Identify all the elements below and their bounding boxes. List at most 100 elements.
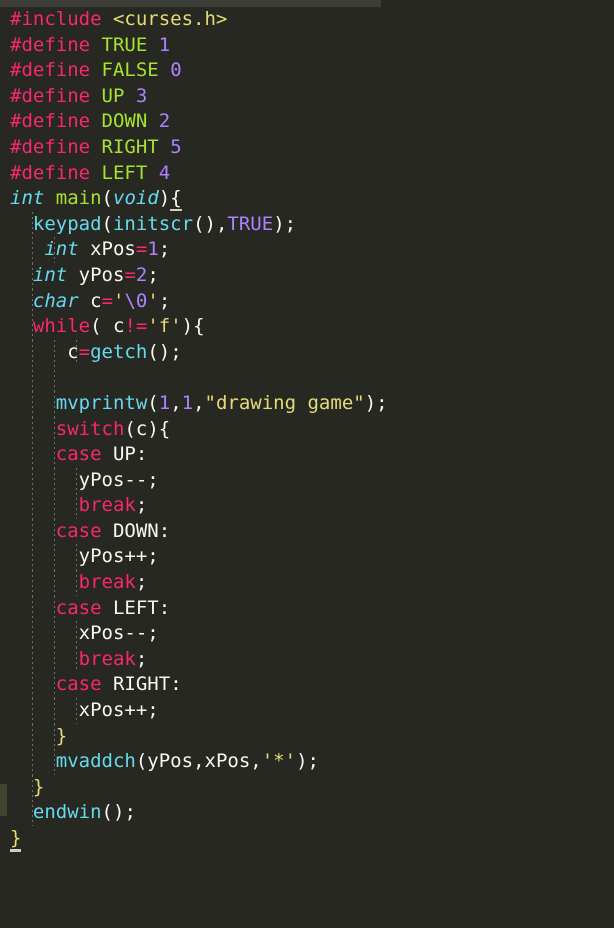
code-line[interactable]: yPos++; bbox=[0, 544, 614, 571]
code-token: ) bbox=[296, 750, 308, 773]
code-token: 5 bbox=[170, 135, 182, 158]
code-editor[interactable]: #include <curses.h> #define TRUE 1 #define… bbox=[0, 0, 614, 928]
code-line[interactable]: endwin(); bbox=[0, 800, 614, 826]
code-token: ' bbox=[113, 289, 125, 312]
indent-guide bbox=[76, 493, 77, 519]
code-line[interactable]: xPos--; bbox=[0, 621, 614, 647]
code-token: ( bbox=[135, 750, 148, 773]
code-token: { bbox=[170, 187, 182, 212]
code-line[interactable]: case LEFT: bbox=[0, 595, 614, 622]
code-line[interactable]: #define RIGHT 5 bbox=[0, 135, 614, 161]
code-token: ; bbox=[135, 494, 148, 517]
code-line[interactable]: case UP: bbox=[0, 442, 614, 468]
code-token: -- bbox=[124, 468, 148, 491]
code-token: xPos bbox=[204, 750, 251, 773]
code-line[interactable]: break; bbox=[0, 646, 614, 673]
code-line[interactable]: char c='\0'; bbox=[0, 288, 614, 315]
code-token: void bbox=[113, 187, 159, 210]
code-token: DOWN bbox=[112, 519, 159, 542]
indent-guide bbox=[54, 621, 55, 647]
code-token: , bbox=[215, 212, 228, 235]
code-token: ; bbox=[147, 545, 159, 568]
code-line[interactable]: int xPos=1; bbox=[0, 237, 614, 263]
indent-guide bbox=[32, 646, 33, 673]
code-token: } bbox=[10, 827, 22, 852]
code-token: while bbox=[32, 315, 91, 338]
code-line[interactable]: yPos--; bbox=[0, 467, 614, 494]
code-token: xPos bbox=[78, 699, 125, 722]
code-line[interactable]: break; bbox=[0, 493, 614, 519]
code-token: { bbox=[193, 315, 205, 338]
code-line[interactable]: #include <curses.h> bbox=[0, 7, 614, 33]
indent-guide bbox=[76, 570, 77, 596]
code-token: break bbox=[78, 647, 136, 670]
code-token: xPos bbox=[90, 238, 136, 261]
indent-guide bbox=[54, 365, 55, 391]
code-token: ( bbox=[147, 391, 159, 414]
code-line[interactable]: case RIGHT: bbox=[0, 672, 614, 699]
code-token: break bbox=[78, 494, 136, 517]
code-token: } bbox=[32, 775, 45, 798]
code-line[interactable]: xPos++; bbox=[0, 698, 614, 724]
indent-guide bbox=[76, 339, 77, 366]
indent-guide bbox=[32, 621, 33, 647]
code-line[interactable]: while( c!='f'){ bbox=[0, 314, 614, 340]
indent-guide bbox=[32, 262, 33, 289]
code-token: TRUE bbox=[227, 212, 274, 235]
code-line[interactable]: } bbox=[0, 723, 614, 750]
code-token: xPos bbox=[78, 622, 125, 645]
code-token: ; bbox=[147, 263, 159, 286]
code-line[interactable]: } bbox=[0, 774, 614, 801]
indent-guide bbox=[54, 749, 55, 775]
code-token: 1 bbox=[158, 33, 171, 56]
code-token: #define bbox=[10, 110, 91, 133]
code-line[interactable]: #define FALSE 0 bbox=[0, 58, 614, 84]
code-line[interactable]: #define UP 3 bbox=[0, 84, 614, 110]
code-token: c bbox=[90, 289, 102, 312]
code-line[interactable]: c=getch(); bbox=[0, 339, 614, 366]
code-line[interactable]: switch(c){ bbox=[0, 416, 614, 443]
code-line[interactable]: int main(void){ bbox=[0, 186, 614, 212]
code-line[interactable]: mvaddch(yPos,xPos,'*'); bbox=[0, 749, 614, 775]
code-token: : bbox=[135, 443, 148, 466]
indent-guide bbox=[54, 390, 55, 417]
indent-guide bbox=[54, 493, 55, 519]
code-token: ( bbox=[124, 417, 136, 440]
code-line[interactable]: case DOWN: bbox=[0, 518, 614, 545]
code-line[interactable]: #define DOWN 2 bbox=[0, 109, 614, 135]
indent-guide bbox=[54, 518, 55, 545]
code-line[interactable]: break; bbox=[0, 570, 614, 596]
code-token: ; bbox=[376, 391, 388, 414]
code-token: ; bbox=[307, 750, 319, 773]
code-token: #define bbox=[10, 161, 91, 184]
code-line[interactable] bbox=[0, 365, 614, 391]
code-token: ) bbox=[158, 187, 171, 210]
indent-guide bbox=[54, 723, 55, 750]
code-line[interactable]: } bbox=[0, 826, 614, 852]
code-line[interactable]: #define TRUE 1 bbox=[0, 33, 614, 59]
code-token: ) bbox=[112, 801, 125, 824]
code-line[interactable]: keypad(initscr(),TRUE); bbox=[0, 211, 614, 238]
code-content[interactable]: #include <curses.h> #define TRUE 1 #define… bbox=[0, 7, 614, 852]
code-line[interactable]: mvprintw(1,1,"drawing game"); bbox=[0, 390, 614, 417]
code-line[interactable]: #define LEFT 4 bbox=[0, 161, 614, 187]
code-line[interactable]: int yPos=2; bbox=[0, 262, 614, 289]
